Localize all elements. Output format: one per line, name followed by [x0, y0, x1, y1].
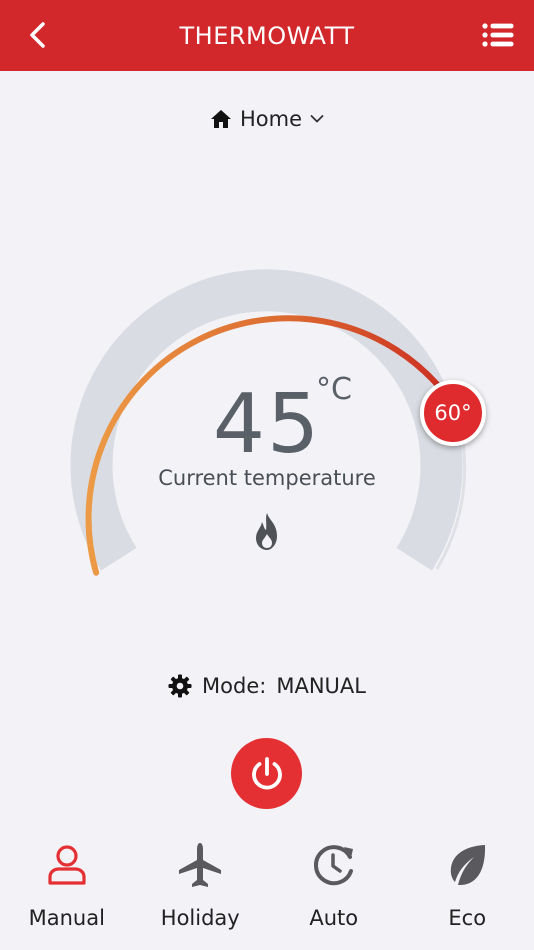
tab-eco[interactable]: Eco: [401, 836, 534, 946]
mode-indicator: Mode: MANUAL: [0, 670, 534, 702]
tab-holiday[interactable]: Holiday: [134, 836, 268, 946]
mode-tab-bar: Manual Holiday Auto Eco: [0, 836, 534, 946]
tab-eco-label: Eco: [448, 906, 487, 930]
chevron-down-icon: [310, 115, 324, 123]
location-selector[interactable]: Home: [0, 102, 534, 136]
back-button[interactable]: [22, 20, 52, 50]
home-icon: [210, 110, 231, 128]
chevron-left-icon: [30, 22, 45, 48]
person-icon: [48, 845, 86, 885]
leaf-icon: [451, 845, 486, 886]
setpoint-knob[interactable]: 60°: [420, 380, 486, 446]
setpoint-value: 60°: [434, 401, 472, 425]
mode-prefix: Mode:: [202, 674, 267, 698]
mode-value: MANUAL: [276, 674, 366, 698]
power-button[interactable]: [231, 738, 302, 809]
flame-icon: [256, 513, 277, 550]
menu-button[interactable]: [480, 20, 516, 50]
tab-manual[interactable]: Manual: [0, 836, 134, 946]
current-temperature-caption: Current temperature: [158, 466, 376, 490]
tab-holiday-label: Holiday: [160, 906, 240, 930]
list-menu-icon: [482, 23, 514, 47]
tab-auto-label: Auto: [309, 906, 359, 930]
location-name: Home: [239, 107, 302, 131]
temperature-unit: °C: [316, 372, 352, 407]
airplane-icon: [179, 843, 222, 887]
tab-manual-label: Manual: [28, 906, 105, 930]
gear-icon: [168, 674, 192, 698]
clock-refresh-icon: [313, 845, 353, 886]
app-title: THERMOWATT: [179, 21, 355, 50]
app-header: THERMOWATT: [0, 0, 534, 71]
power-icon: [251, 756, 282, 790]
tab-auto[interactable]: Auto: [267, 836, 401, 946]
